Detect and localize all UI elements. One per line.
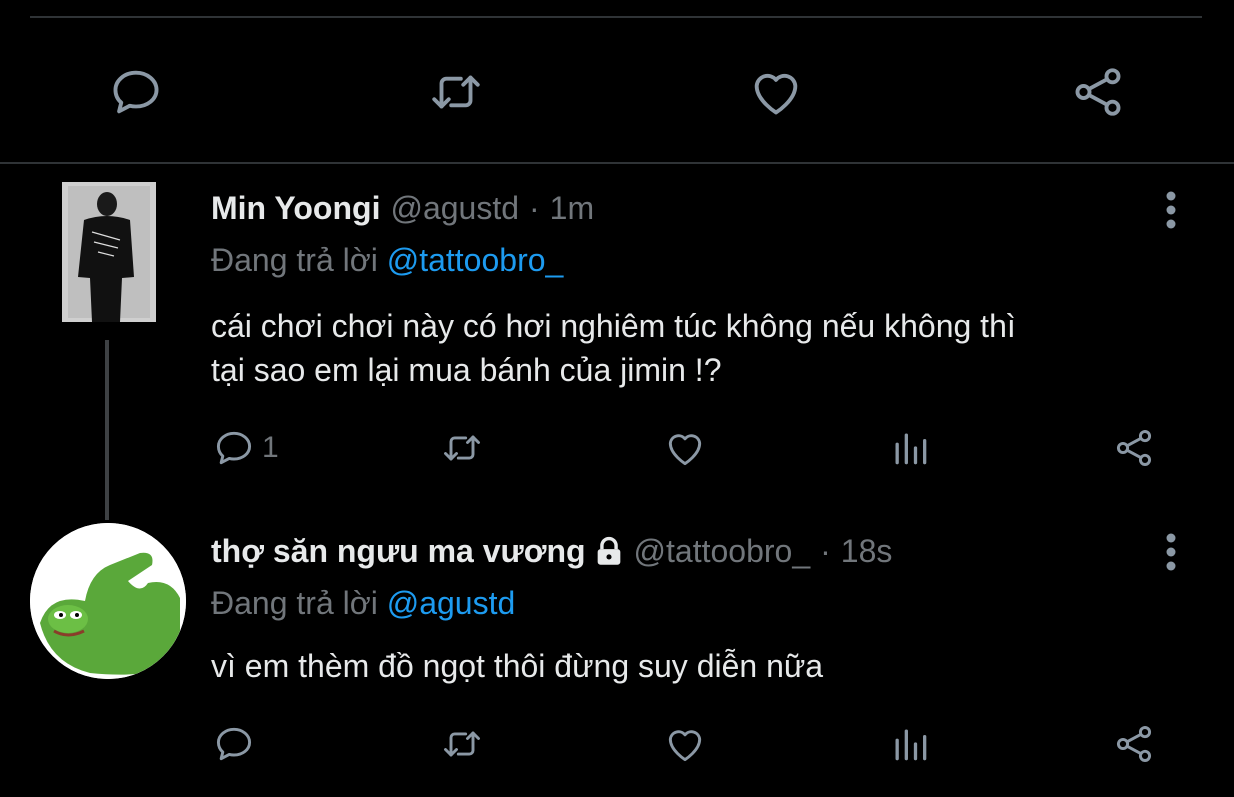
analytics-icon	[895, 729, 927, 761]
timestamp[interactable]: 18s	[841, 533, 893, 570]
reply-mention-link[interactable]: @tattoobro_	[387, 242, 564, 278]
tweet-text-line: vì em thèm đồ ngọt thôi đừng suy diễn nữ…	[211, 648, 824, 684]
heart-icon	[754, 73, 798, 115]
reply-prefix: Đang trả lời	[211, 242, 378, 278]
share-button[interactable]	[1112, 426, 1156, 470]
reply-button[interactable]: 1	[212, 426, 279, 470]
reply-context: Đang trả lời @tattoobro_	[211, 242, 563, 279]
avatar[interactable]	[30, 523, 186, 679]
share-button[interactable]	[1112, 722, 1156, 766]
top-divider	[30, 16, 1202, 18]
reply-mention-link[interactable]: @agustd	[387, 585, 516, 621]
retweet-button[interactable]	[440, 722, 484, 766]
user-handle[interactable]: @tattoobro_	[634, 533, 811, 570]
tweet-text: vì em thèm đồ ngọt thôi đừng suy diễn nữ…	[211, 644, 1171, 688]
analytics-button[interactable]	[888, 426, 932, 470]
more-vertical-icon	[1166, 533, 1176, 571]
tweet-header: thợ săn ngưu ma vương @tattoobro_ · 18s	[211, 533, 892, 570]
reply-icon	[216, 727, 252, 761]
lock-icon	[592, 535, 626, 569]
like-button[interactable]	[663, 426, 707, 470]
reply-context: Đang trả lời @agustd	[211, 585, 515, 622]
reply-button[interactable]	[212, 722, 256, 766]
reply-button[interactable]	[106, 62, 166, 122]
reply-prefix: Đang trả lời	[211, 585, 378, 621]
like-button[interactable]	[746, 62, 806, 122]
more-options-button[interactable]	[1156, 527, 1186, 577]
tweet-text: cái chơi chơi này có hơi nghiêm túc khôn…	[211, 304, 1171, 392]
share-icon	[1116, 726, 1152, 762]
avatar[interactable]	[62, 182, 156, 322]
main-tweet-action-bar	[0, 40, 1234, 140]
user-handle[interactable]: @agustd	[390, 190, 519, 227]
heart-icon	[668, 434, 702, 466]
analytics-icon	[895, 433, 927, 465]
retweet-icon	[432, 75, 480, 109]
tweet-header: Min Yoongi @agustd · 1m	[211, 190, 594, 227]
frog-avatar-icon	[30, 523, 186, 679]
separator-dot: ·	[820, 533, 831, 569]
tweet-action-bar	[0, 714, 1234, 774]
timestamp[interactable]: 1m	[550, 190, 594, 227]
retweet-icon	[444, 435, 480, 461]
analytics-button[interactable]	[888, 722, 932, 766]
display-name[interactable]: Min Yoongi	[211, 190, 380, 227]
share-icon	[1116, 430, 1152, 466]
share-icon	[1075, 68, 1121, 116]
reply-count: 1	[262, 431, 279, 464]
retweet-button[interactable]	[440, 426, 484, 470]
display-name[interactable]: thợ săn ngưu ma vương	[211, 533, 586, 570]
more-options-button[interactable]	[1156, 185, 1186, 235]
tweet-text-line: cái chơi chơi này có hơi nghiêm túc khôn…	[211, 308, 1016, 344]
separator-dot: ·	[529, 190, 540, 226]
reply-icon	[216, 431, 252, 465]
more-vertical-icon	[1166, 191, 1176, 229]
tweet-action-bar: 1	[0, 418, 1234, 478]
heart-icon	[668, 730, 702, 762]
retweet-button[interactable]	[426, 62, 486, 122]
share-button[interactable]	[1068, 62, 1128, 122]
reply-icon	[113, 70, 159, 114]
section-divider	[0, 162, 1234, 164]
retweet-icon	[444, 731, 480, 757]
like-button[interactable]	[663, 722, 707, 766]
person-photo-icon	[62, 182, 156, 322]
tweet-text-line: tại sao em lại mua bánh của jimin !?	[211, 352, 722, 388]
